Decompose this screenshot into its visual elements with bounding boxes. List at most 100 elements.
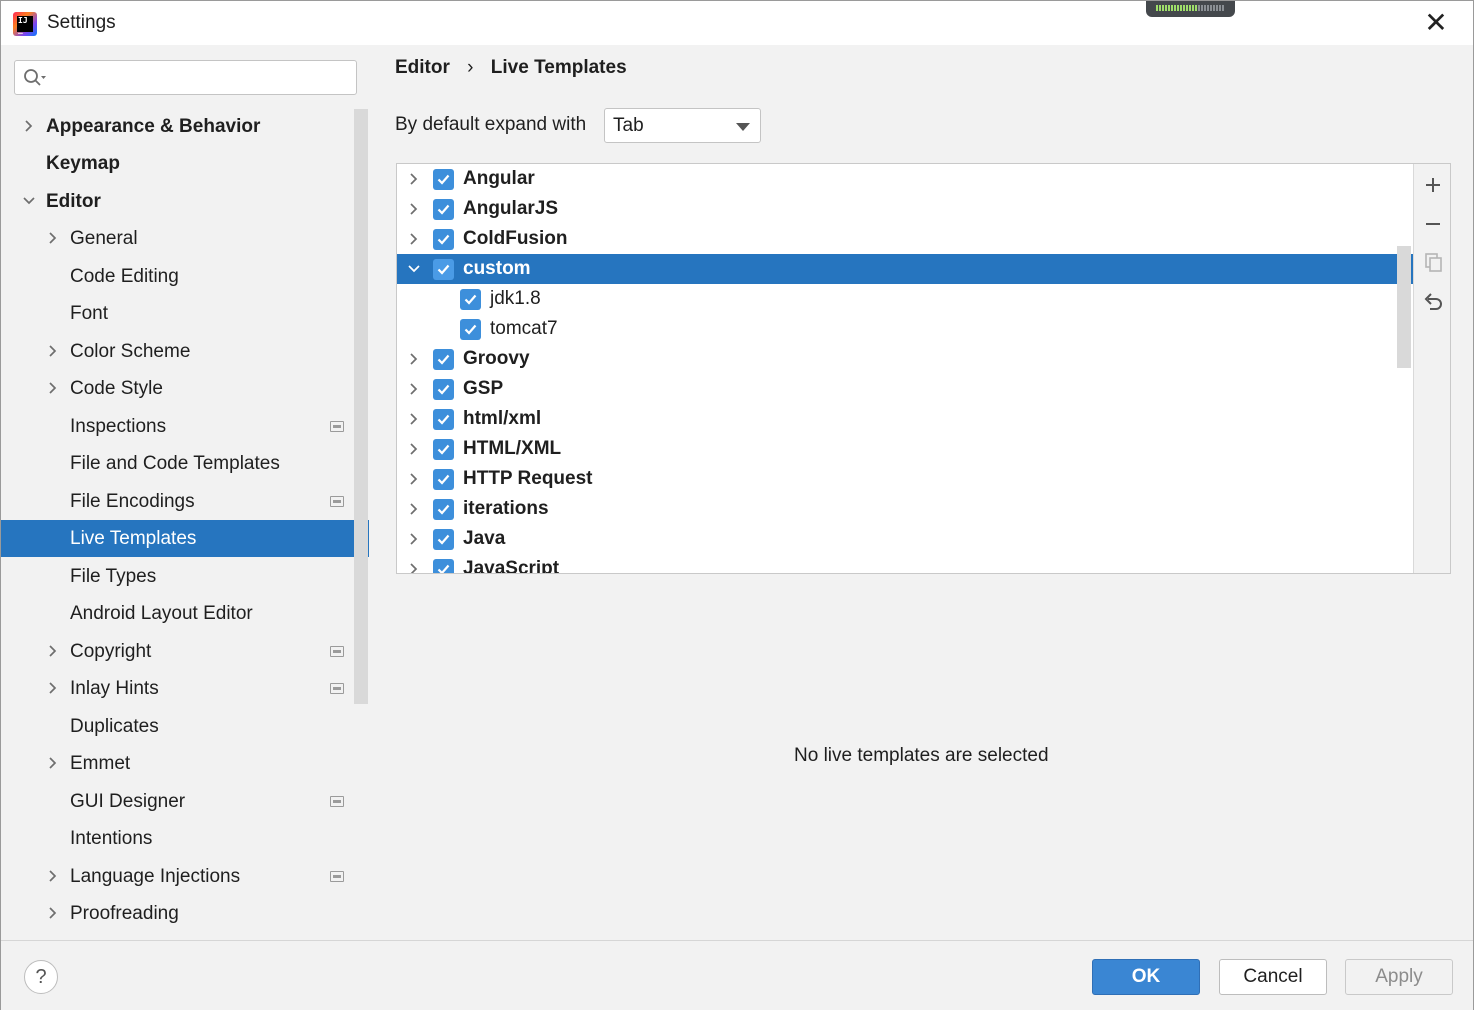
chevron-right-icon[interactable]	[407, 494, 421, 524]
template-group[interactable]: GSP	[397, 374, 1413, 404]
sidebar-item-duplicates[interactable]: Duplicates	[1, 708, 369, 745]
template-group[interactable]: JavaScript	[397, 554, 1413, 573]
search-input[interactable]	[14, 60, 357, 95]
chevron-right-icon[interactable]	[46, 670, 60, 707]
template-group[interactable]: ColdFusion	[397, 224, 1413, 254]
template-checkbox[interactable]	[433, 259, 454, 280]
intellij-app-icon: IJ _	[13, 12, 37, 36]
sidebar-item-code-editing[interactable]: Code Editing	[1, 258, 369, 295]
sidebar-item-label: Keymap	[46, 153, 120, 174]
sidebar-item-emmet[interactable]: Emmet	[1, 745, 369, 782]
breadcrumb-current: Live Templates	[490, 57, 627, 78]
template-checkbox[interactable]	[433, 199, 454, 220]
template-group[interactable]: Groovy	[397, 344, 1413, 374]
ok-button[interactable]: OK	[1092, 959, 1200, 995]
sidebar-item-live-templates[interactable]: Live Templates	[1, 520, 369, 557]
chevron-right-icon[interactable]	[46, 858, 60, 895]
chevron-right-icon[interactable]	[22, 108, 36, 145]
sidebar-item-inspections[interactable]: Inspections	[1, 408, 369, 445]
chevron-down-icon[interactable]	[22, 183, 36, 220]
chevron-right-icon[interactable]	[407, 464, 421, 494]
sidebar-item-gui-designer[interactable]: GUI Designer	[1, 783, 369, 820]
sidebar-item-color-scheme[interactable]: Color Scheme	[1, 333, 369, 370]
sidebar-item-file-encodings[interactable]: File Encodings	[1, 483, 369, 520]
template-group[interactable]: HTML/XML	[397, 434, 1413, 464]
cancel-button[interactable]: Cancel	[1219, 959, 1327, 995]
sidebar-item-copyright[interactable]: Copyright	[1, 633, 369, 670]
templates-toolbar	[1413, 164, 1450, 573]
expand-with-select[interactable]: Tab	[604, 108, 761, 143]
chevron-right-icon[interactable]	[46, 333, 60, 370]
sidebar-scrollbar[interactable]	[354, 109, 368, 704]
breadcrumb-separator: ›	[467, 57, 474, 78]
template-group[interactable]: custom	[397, 254, 1413, 284]
sidebar-item-file-and-code-templates[interactable]: File and Code Templates	[1, 445, 369, 482]
templates-scrollbar[interactable]	[1397, 246, 1411, 368]
template-group[interactable]: Java	[397, 524, 1413, 554]
breadcrumb-parent[interactable]: Editor	[395, 57, 450, 79]
sidebar-item-file-types[interactable]: File Types	[1, 558, 369, 595]
sidebar-item-keymap[interactable]: Keymap	[1, 145, 369, 182]
sidebar-item-inlay-hints[interactable]: Inlay Hints	[1, 670, 369, 707]
sidebar-item-code-style[interactable]: Code Style	[1, 370, 369, 407]
sidebar-item-font[interactable]: Font	[1, 295, 369, 332]
monitor-widget	[1146, 1, 1235, 17]
sidebar-item-label: Editor	[46, 191, 101, 212]
template-checkbox[interactable]	[460, 289, 481, 310]
template-group[interactable]: iterations	[397, 494, 1413, 524]
chevron-right-icon[interactable]	[46, 895, 60, 932]
sidebar-item-appearance-behavior[interactable]: Appearance & Behavior	[1, 108, 369, 145]
template-item[interactable]: tomcat7	[397, 314, 1413, 344]
template-name: iterations	[463, 498, 549, 519]
chevron-right-icon[interactable]	[407, 164, 421, 194]
template-checkbox[interactable]	[433, 349, 454, 370]
sidebar-item-label: Proofreading	[70, 903, 179, 924]
chevron-right-icon[interactable]	[407, 194, 421, 224]
chevron-right-icon[interactable]	[407, 374, 421, 404]
template-name: Angular	[463, 168, 535, 189]
close-icon[interactable]: ✕	[1421, 9, 1451, 39]
sidebar-item-proofreading[interactable]: Proofreading	[1, 895, 369, 932]
template-group[interactable]: html/xml	[397, 404, 1413, 434]
sidebar-item-label: Live Templates	[70, 528, 197, 549]
template-item[interactable]: jdk1.8	[397, 284, 1413, 314]
undo-icon[interactable]	[1422, 290, 1444, 312]
chevron-right-icon[interactable]	[407, 554, 421, 573]
template-checkbox[interactable]	[433, 379, 454, 400]
template-checkbox[interactable]	[433, 559, 454, 573]
sidebar-item-editor[interactable]: Editor	[1, 183, 369, 220]
chevron-right-icon[interactable]	[407, 224, 421, 254]
template-group[interactable]: AngularJS	[397, 194, 1413, 224]
chevron-right-icon[interactable]	[407, 434, 421, 464]
chevron-right-icon[interactable]	[407, 404, 421, 434]
minus-icon[interactable]	[1422, 213, 1444, 235]
chevron-right-icon[interactable]	[407, 344, 421, 374]
help-button[interactable]: ?	[24, 960, 58, 994]
template-group[interactable]: Angular	[397, 164, 1413, 194]
chevron-right-icon[interactable]	[46, 633, 60, 670]
sidebar-item-general[interactable]: General	[1, 220, 369, 257]
chevron-down-icon[interactable]	[407, 254, 421, 284]
template-checkbox[interactable]	[433, 439, 454, 460]
chevron-right-icon[interactable]	[46, 220, 60, 257]
template-checkbox[interactable]	[433, 529, 454, 550]
template-name: html/xml	[463, 408, 542, 429]
template-checkbox[interactable]	[433, 409, 454, 430]
chevron-right-icon[interactable]	[46, 370, 60, 407]
dialog-footer: ? OK Cancel Apply	[1, 940, 1473, 1010]
template-group[interactable]: HTTP Request	[397, 464, 1413, 494]
template-checkbox[interactable]	[433, 499, 454, 520]
plus-icon[interactable]	[1422, 174, 1444, 196]
sidebar-item-intentions[interactable]: Intentions	[1, 820, 369, 857]
project-scope-icon	[330, 683, 344, 694]
template-checkbox[interactable]	[433, 469, 454, 490]
template-checkbox[interactable]	[433, 169, 454, 190]
template-checkbox[interactable]	[433, 229, 454, 250]
sidebar-item-label: Copyright	[70, 641, 152, 662]
sidebar-item-android-layout-editor[interactable]: Android Layout Editor	[1, 595, 369, 632]
sidebar-item-language-injections[interactable]: Language Injections	[1, 858, 369, 895]
chevron-right-icon[interactable]	[407, 524, 421, 554]
template-checkbox[interactable]	[460, 319, 481, 340]
copy-icon[interactable]	[1422, 251, 1444, 273]
chevron-right-icon[interactable]	[46, 745, 60, 782]
